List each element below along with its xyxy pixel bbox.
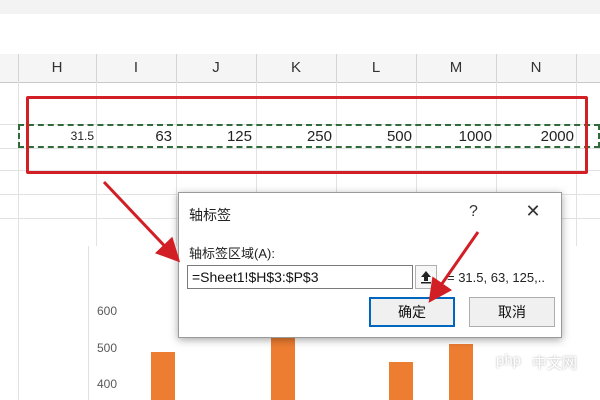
chart-bar: [151, 352, 175, 400]
ribbon-strip: [0, 0, 600, 15]
range-preview: = 31.5, 63, 125,..: [447, 270, 545, 285]
ok-button[interactable]: 确定: [369, 297, 455, 327]
close-icon[interactable]: ✕: [519, 199, 547, 223]
help-icon[interactable]: ?: [469, 203, 478, 221]
watermark-php: php: [496, 352, 522, 369]
watermark-cn: 中文网: [532, 355, 578, 372]
collapse-arrow-icon: [421, 271, 431, 284]
axis-labels-dialog: 轴标签 ? ✕ 轴标签区域(A): = 31.5, 63, 125,.. 确定 …: [178, 192, 562, 338]
cancel-button[interactable]: 取消: [469, 297, 555, 327]
highlight-box: [26, 96, 588, 174]
y-tick-label: 400: [97, 377, 118, 391]
formula-bar-area: [0, 14, 600, 55]
chart-bar: [389, 362, 413, 400]
axis-label-range-label: 轴标签区域(A):: [189, 246, 275, 261]
chart-bar: [271, 338, 295, 400]
dialog-title: 轴标签: [189, 207, 231, 223]
collapse-dialog-button[interactable]: [415, 265, 437, 289]
y-tick-label: 500: [97, 341, 118, 355]
chart-bar: [449, 344, 473, 400]
axis-label-range-input[interactable]: [187, 265, 413, 289]
y-tick-label: 600: [97, 304, 118, 318]
